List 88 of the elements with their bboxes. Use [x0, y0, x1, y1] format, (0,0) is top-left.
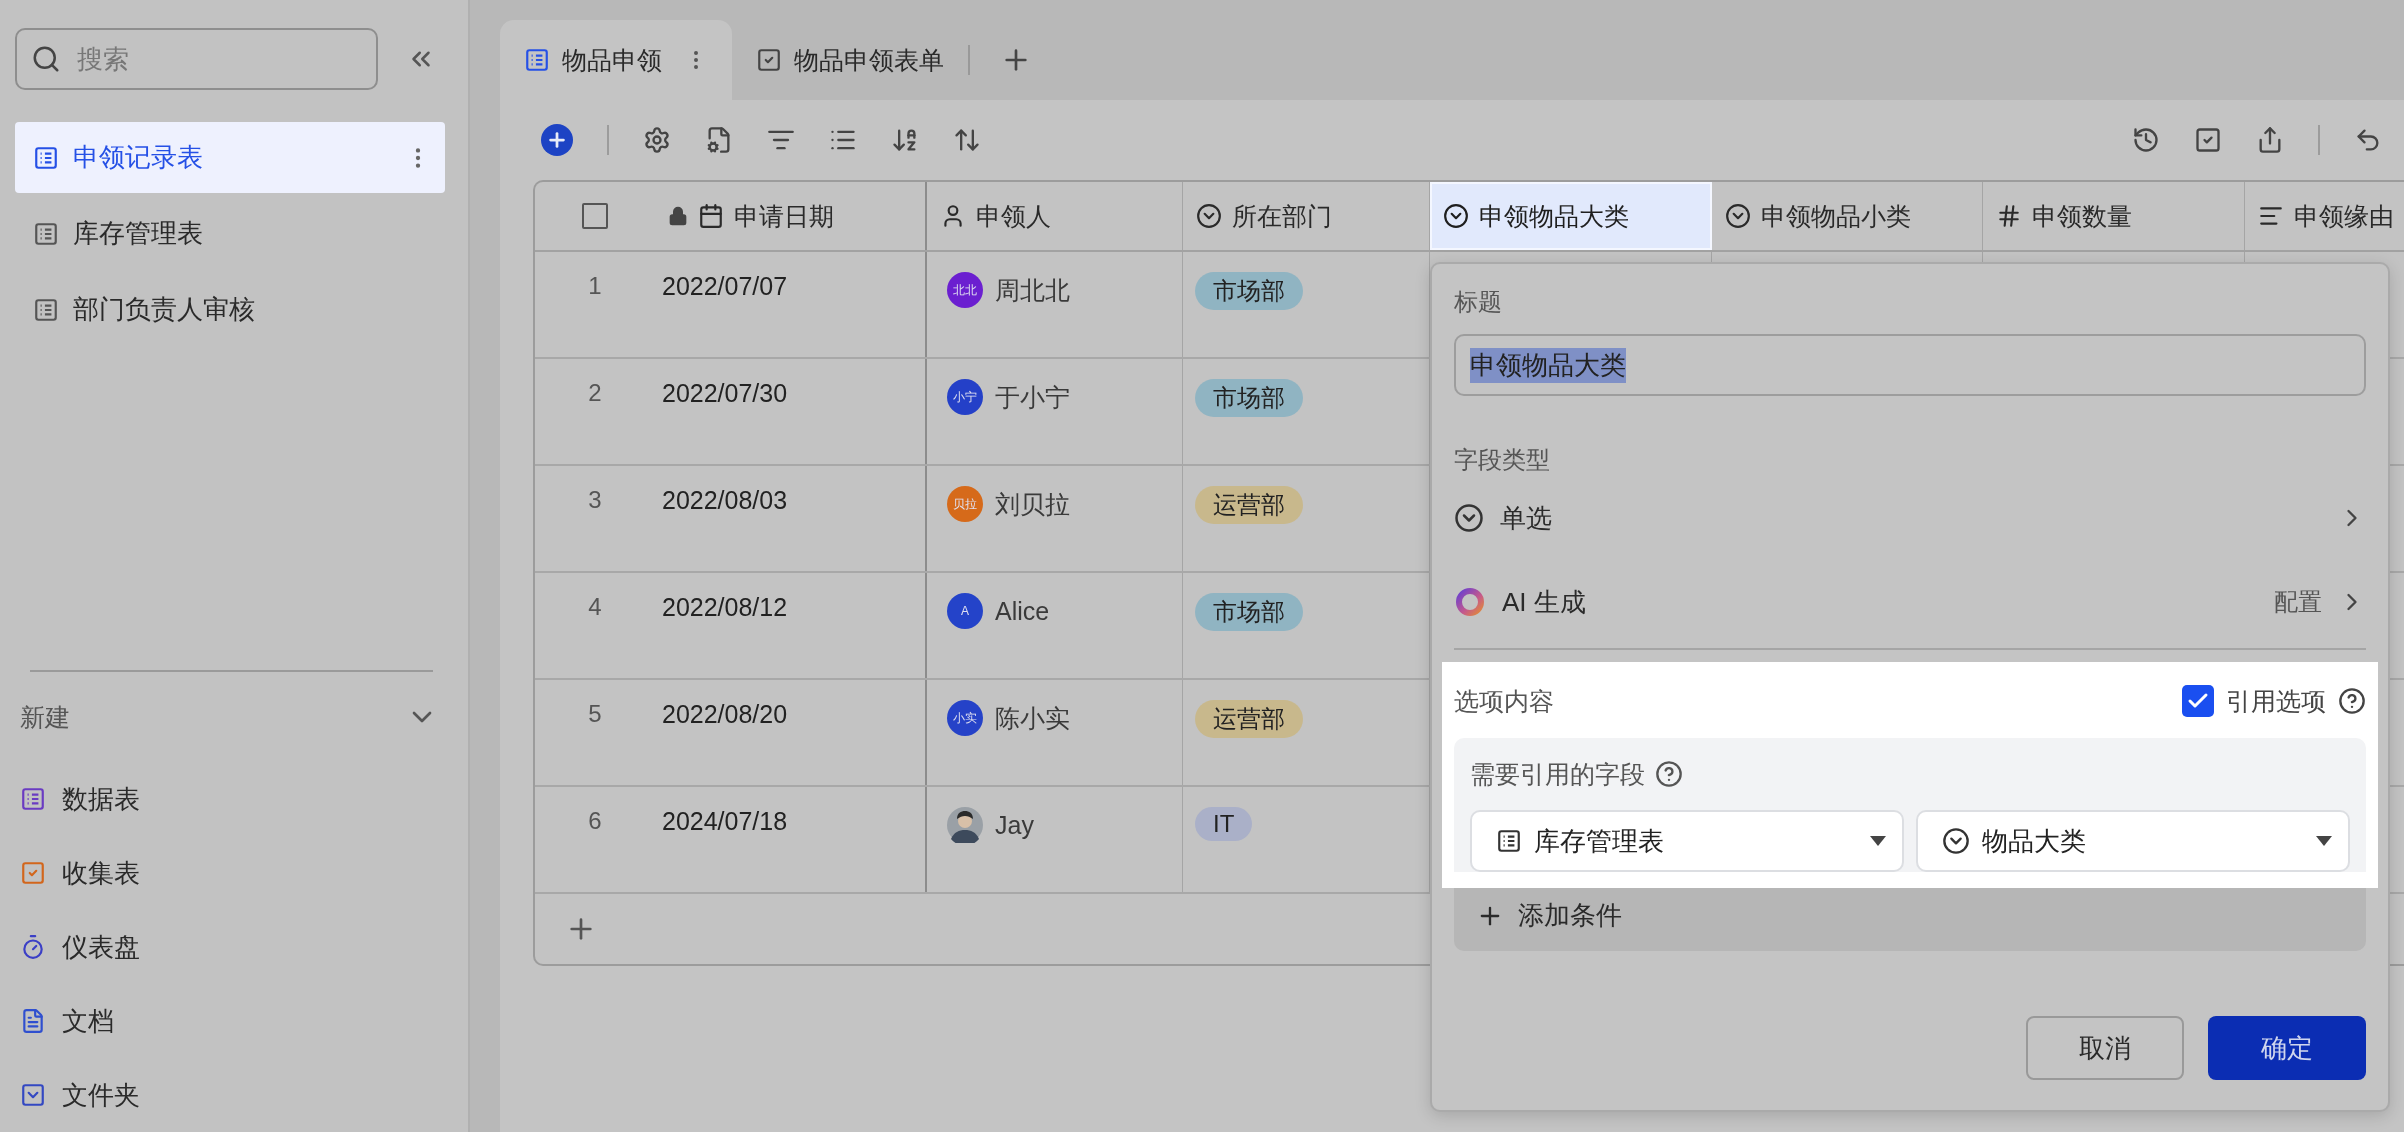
- row-number: 6: [587, 806, 603, 836]
- column-header[interactable]: 申领物品大类: [1430, 182, 1712, 250]
- reference-checkbox[interactable]: [2182, 685, 2214, 717]
- row-number: 1: [587, 271, 603, 301]
- sidebar-item[interactable]: 申领记录表: [15, 122, 445, 193]
- field-label: 需要引用的字段: [1470, 758, 1645, 790]
- department-tag: 市场部: [1195, 593, 1303, 631]
- chevron-circle-icon: [1454, 503, 1484, 533]
- table-cell: 2022/08/12: [655, 573, 927, 678]
- add-record-button[interactable]: [541, 124, 573, 156]
- department-tag: 运营部: [1195, 700, 1303, 738]
- table-select[interactable]: 库存管理表: [1470, 810, 1904, 872]
- ai-label: AI 生成: [1502, 585, 1587, 619]
- table-cell: 2022/08/03: [655, 466, 927, 571]
- new-item[interactable]: 文件夹: [15, 1058, 468, 1132]
- table-cell: 2024/07/18: [655, 787, 927, 892]
- person-name: 周北北: [995, 275, 1070, 306]
- person-name: 刘贝拉: [995, 489, 1070, 520]
- column-header[interactable]: 申领缘由: [2245, 182, 2404, 250]
- section-label: 选项内容: [1454, 685, 1555, 717]
- field-settings-icon[interactable]: [705, 126, 733, 154]
- chevron-circle-icon: [1196, 203, 1222, 229]
- form-icon: [756, 47, 782, 73]
- table-icon: [33, 296, 59, 323]
- row-number: 5: [587, 699, 603, 729]
- department-tag: IT: [1195, 807, 1253, 841]
- grid-icon: [524, 47, 550, 73]
- person-name: 于小宁: [995, 382, 1070, 413]
- table-icon: [1496, 828, 1522, 854]
- sidebar-item[interactable]: 库存管理表: [15, 198, 445, 269]
- ai-ring-icon: [1454, 586, 1486, 618]
- plus-icon: [546, 129, 568, 151]
- chevron-circle-icon: [1942, 827, 1970, 855]
- table-cell: 2022/08/20: [655, 680, 927, 785]
- view-tab[interactable]: 物品申领表单: [732, 20, 968, 100]
- column-header[interactable]: 申领人: [927, 182, 1183, 250]
- department-tag: 市场部: [1195, 272, 1303, 310]
- search-icon: [31, 44, 61, 74]
- help-icon[interactable]: [2338, 687, 2366, 715]
- person-name: 陈小实: [995, 703, 1070, 734]
- department-tag: 市场部: [1195, 379, 1303, 417]
- select-all-checkbox[interactable]: [582, 203, 608, 229]
- row-number: 3: [587, 485, 603, 515]
- checkbox-label: 引用选项: [2226, 685, 2326, 717]
- table-cell: 2022/07/30: [655, 359, 927, 464]
- view-tab[interactable]: 物品申领: [500, 20, 732, 100]
- table-icon: [33, 144, 59, 171]
- new-item[interactable]: 仪表盘: [15, 910, 468, 984]
- field-type-row[interactable]: 单选: [1454, 476, 2366, 560]
- avatar: A: [947, 593, 983, 629]
- form-check-icon[interactable]: [2194, 126, 2222, 154]
- person-name: Alice: [995, 596, 1050, 627]
- section-label: 新建: [20, 701, 70, 733]
- history-icon[interactable]: [2132, 126, 2160, 154]
- config-link[interactable]: 配置: [2274, 586, 2322, 618]
- chevron-circle-icon: [1443, 203, 1469, 229]
- add-condition-button[interactable]: 添加条件: [1476, 898, 1622, 933]
- field-label: 标题: [1454, 287, 1503, 317]
- person-name: Jay: [995, 810, 1034, 841]
- caret-icon: [1870, 836, 1886, 846]
- chevron-circle-icon: [1725, 203, 1751, 229]
- field-select[interactable]: 物品大类: [1916, 810, 2350, 872]
- avatar: 小宁: [947, 379, 983, 415]
- new-item[interactable]: 收集表: [15, 836, 468, 910]
- avatar: 贝拉: [947, 486, 983, 522]
- confirm-button[interactable]: 确定: [2208, 1016, 2366, 1080]
- column-header[interactable]: 申请日期: [655, 182, 927, 250]
- sidebar-item[interactable]: 部门负责人审核: [15, 274, 445, 345]
- cancel-button[interactable]: 取消: [2026, 1016, 2184, 1080]
- row-number: 4: [587, 592, 603, 622]
- field-label: 字段类型: [1454, 445, 1551, 475]
- search-field[interactable]: 搜索: [15, 28, 378, 90]
- help-icon[interactable]: [1655, 760, 1683, 788]
- new-item[interactable]: 文档: [15, 984, 468, 1058]
- avatar: 北北: [947, 272, 983, 308]
- calendar-icon: [698, 203, 724, 229]
- column-header[interactable]: 申领数量: [1983, 182, 2245, 250]
- settings-icon[interactable]: [643, 126, 671, 154]
- table-cell: 2022/07/07: [655, 252, 927, 357]
- department-tag: 运营部: [1195, 486, 1303, 524]
- new-item[interactable]: 数据表: [15, 762, 468, 836]
- avatar: 小实: [947, 700, 983, 736]
- column-header[interactable]: 申领物品小类: [1712, 182, 1983, 250]
- table-icon: [33, 220, 59, 247]
- hash-icon: [1996, 203, 2022, 229]
- title-field[interactable]: 申领物品大类: [1454, 334, 2366, 396]
- row-number: 2: [587, 378, 603, 408]
- caret-icon: [2316, 836, 2332, 846]
